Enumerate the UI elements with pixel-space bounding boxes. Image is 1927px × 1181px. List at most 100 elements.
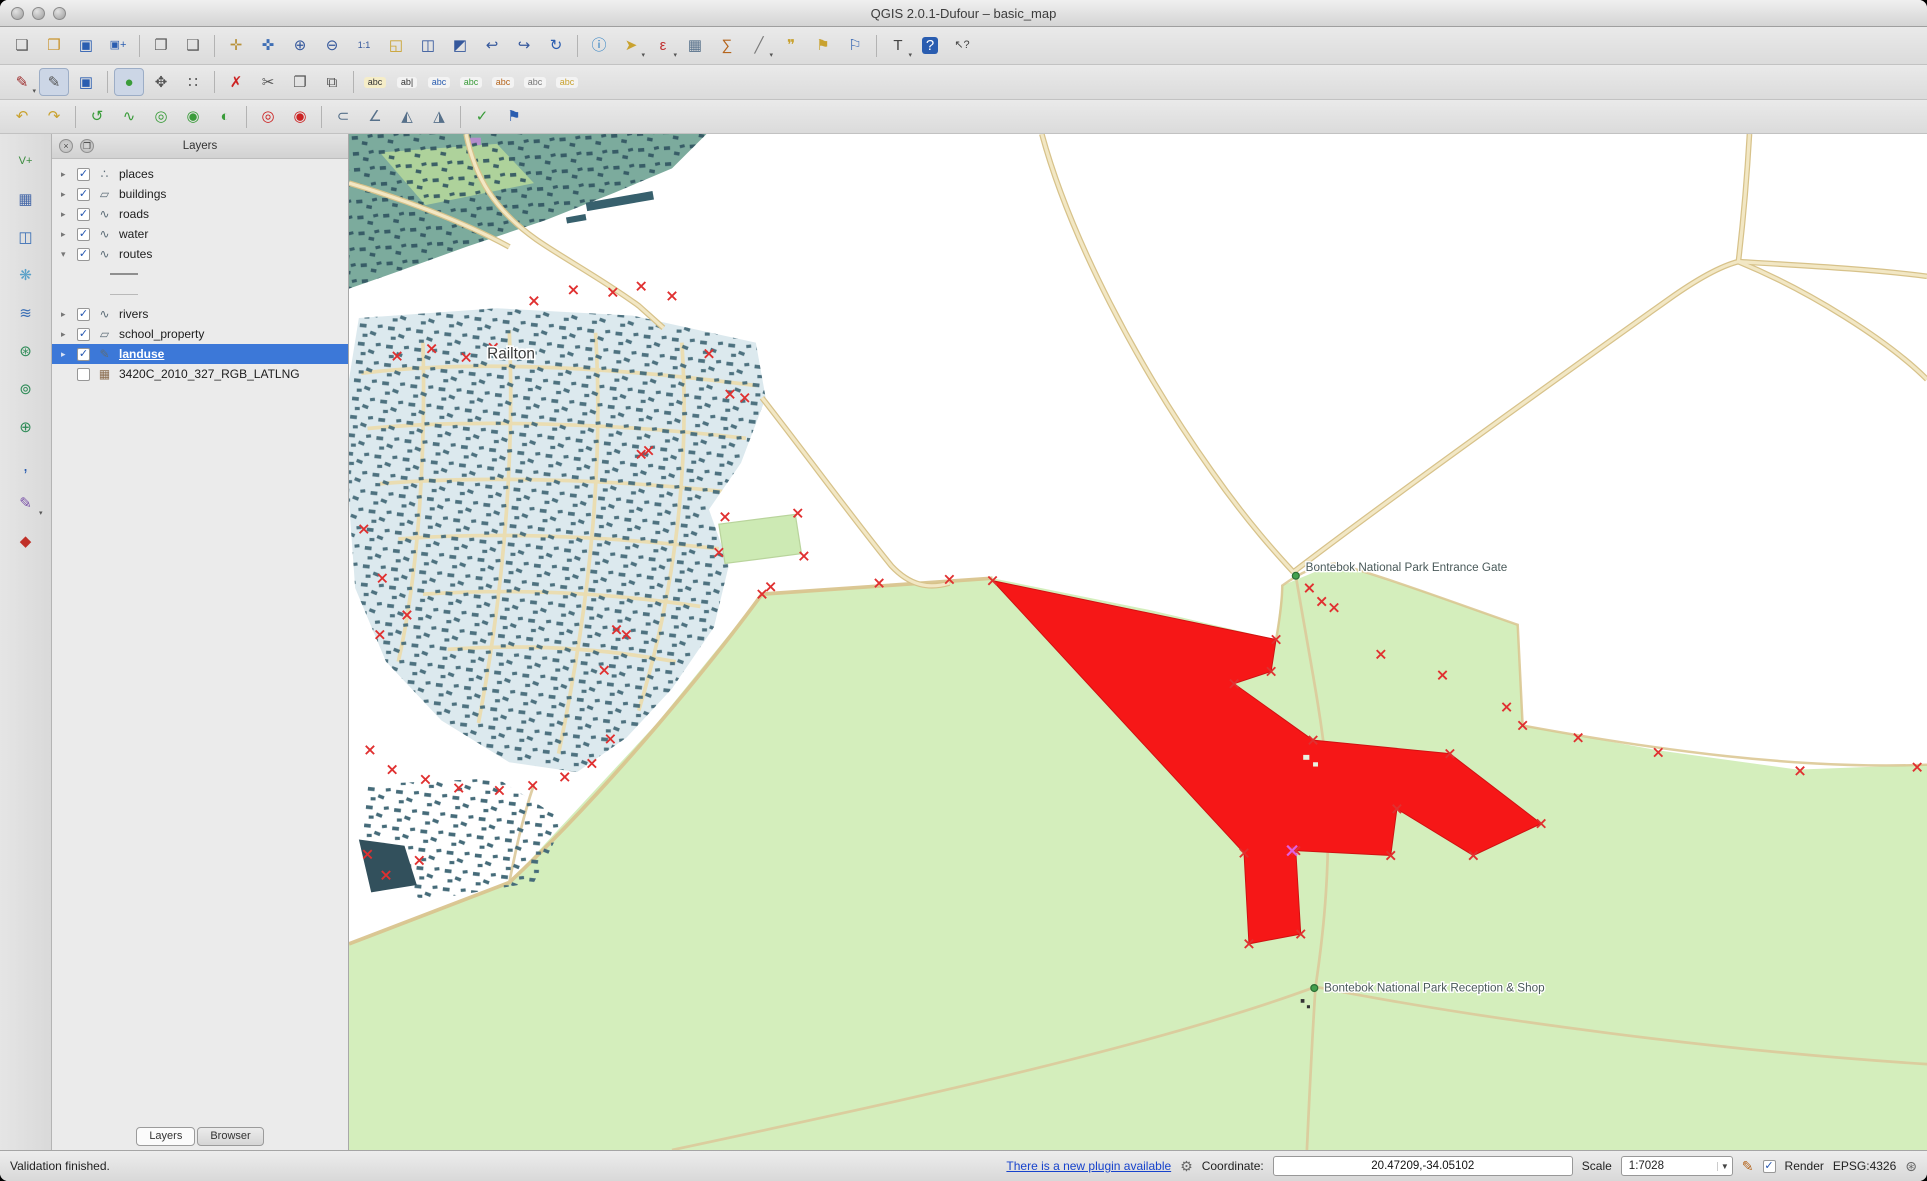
- map-svg[interactable]: Railton Bontebok National Park Entrance …: [349, 134, 1927, 1150]
- add-ring-button[interactable]: ◎: [146, 103, 176, 131]
- split-parts-button[interactable]: ◭: [392, 103, 422, 131]
- undo-button[interactable]: ↶: [7, 103, 37, 131]
- move-label-button[interactable]: abc: [424, 68, 454, 96]
- layer-checkbox[interactable]: ✓: [77, 308, 90, 321]
- measure-button[interactable]: ╱▾: [744, 32, 774, 60]
- add-raster-layer-button[interactable]: ▦: [8, 184, 44, 214]
- show-bookmarks-button[interactable]: ⚐: [840, 32, 870, 60]
- expand-arrow-icon[interactable]: ▸: [61, 169, 71, 180]
- layer-row-places[interactable]: ▸ ✓ ∴ places: [52, 164, 348, 184]
- copy-features-button[interactable]: ❐: [285, 68, 315, 96]
- expand-arrow-icon[interactable]: ▸: [61, 189, 71, 200]
- toggle-editing-button[interactable]: ✎: [39, 68, 69, 96]
- expand-arrow-icon[interactable]: ▸: [61, 209, 71, 220]
- text-annotation-button[interactable]: T▾: [883, 32, 913, 60]
- collapse-arrow-icon[interactable]: ▾: [61, 249, 71, 260]
- panel-close-button[interactable]: ×: [59, 139, 73, 153]
- select-features-button[interactable]: ➤▾: [616, 32, 646, 60]
- add-spatialite-layer-button[interactable]: ❋: [8, 260, 44, 290]
- layer-checkbox[interactable]: ✓: [77, 228, 90, 241]
- pin-label-button[interactable]: abc: [488, 68, 518, 96]
- new-project-button[interactable]: ❏: [7, 32, 37, 60]
- check-geometry-button[interactable]: ✓: [467, 103, 497, 131]
- layer-row-roads[interactable]: ▸ ✓ ∿ roads: [52, 204, 348, 224]
- plugin-icon[interactable]: ⚙: [1180, 1158, 1193, 1175]
- cut-features-button[interactable]: ✂: [253, 68, 283, 96]
- offset-curve-button[interactable]: ⊂: [328, 103, 358, 131]
- add-mssql-layer-button[interactable]: ≋: [8, 298, 44, 328]
- layer-checkbox-unchecked[interactable]: [77, 368, 90, 381]
- paste-features-button[interactable]: ⧉: [317, 68, 347, 96]
- expand-arrow-icon[interactable]: ▸: [61, 309, 71, 320]
- dropdown-arrow-icon[interactable]: ▾: [769, 51, 773, 59]
- panel-float-button[interactable]: ❐: [80, 139, 94, 153]
- layer-row-raster[interactable]: ▦ 3420C_2010_327_RGB_LATLNG: [52, 364, 348, 384]
- expand-arrow-icon[interactable]: ▸: [61, 229, 71, 240]
- move-feature-button[interactable]: ✥: [146, 68, 176, 96]
- expand-arrow-icon[interactable]: ▸: [61, 329, 71, 340]
- dropdown-arrow-icon[interactable]: ▾: [32, 87, 36, 95]
- merge-features-button[interactable]: ⚑: [499, 103, 529, 131]
- select-by-expression-button[interactable]: ε▾: [648, 32, 678, 60]
- add-wfs-layer-button[interactable]: ⊕: [8, 412, 44, 442]
- rotate-feature-button[interactable]: ↺: [82, 103, 112, 131]
- redo-button[interactable]: ↷: [39, 103, 69, 131]
- save-project-as-button[interactable]: ▣+: [103, 32, 133, 60]
- add-wms-layer-button[interactable]: ⊛: [8, 336, 44, 366]
- pan-map-button[interactable]: ✛: [221, 32, 251, 60]
- new-bookmark-button[interactable]: ⚑: [808, 32, 838, 60]
- expand-arrow-icon[interactable]: ▸: [61, 349, 71, 360]
- highlight-labels-button[interactable]: abc: [552, 68, 582, 96]
- identify-features-button[interactable]: ⓘ: [584, 32, 614, 60]
- add-oracle-layer-button[interactable]: ◆: [8, 526, 44, 556]
- layer-checkbox[interactable]: ✓: [77, 208, 90, 221]
- layer-row-landuse[interactable]: ▸ ✓ ✎ landuse: [52, 344, 348, 364]
- delete-ring-button[interactable]: ◎: [253, 103, 283, 131]
- layer-checkbox[interactable]: ✓: [77, 348, 90, 361]
- coordinate-input[interactable]: [1273, 1156, 1573, 1176]
- reshape-features-button[interactable]: ∠: [360, 103, 390, 131]
- layer-checkbox[interactable]: ✓: [77, 168, 90, 181]
- whats-this-button[interactable]: ↖?: [947, 32, 977, 60]
- refresh-map-button[interactable]: ↻: [541, 32, 571, 60]
- new-shapefile-layer-button[interactable]: ✎▾: [8, 488, 44, 518]
- add-wcs-layer-button[interactable]: ⊚: [8, 374, 44, 404]
- labeling-options-button[interactable]: abc: [360, 68, 390, 96]
- node-tool-button[interactable]: ∷: [178, 68, 208, 96]
- zoom-to-layer-button[interactable]: ◫: [413, 32, 443, 60]
- save-layer-edits-button[interactable]: ▣: [71, 68, 101, 96]
- title-bar[interactable]: QGIS 2.0.1-Dufour – basic_map: [0, 0, 1927, 27]
- split-features-button[interactable]: ◮: [424, 103, 454, 131]
- layer-row-school-property[interactable]: ▸ ✓ ▱ school_property: [52, 324, 348, 344]
- dropdown-arrow-icon[interactable]: ▾: [39, 509, 43, 517]
- open-project-button[interactable]: ❒: [39, 32, 69, 60]
- layer-checkbox[interactable]: ✓: [77, 248, 90, 261]
- help-button[interactable]: ?: [915, 32, 945, 60]
- current-edits-button[interactable]: ✎▾: [7, 68, 37, 96]
- add-delimited-text-layer-button[interactable]: ,: [8, 450, 44, 480]
- zoom-in-button[interactable]: ⊕: [285, 32, 315, 60]
- add-part-button[interactable]: ◉: [178, 103, 208, 131]
- render-brush-icon[interactable]: ✎: [1742, 1158, 1754, 1175]
- map-tips-button[interactable]: ❞: [776, 32, 806, 60]
- layer-row-rivers[interactable]: ▸ ✓ ∿ rivers: [52, 304, 348, 324]
- add-vector-layer-button[interactable]: V+: [8, 146, 44, 176]
- composer-manager-button[interactable]: ❑: [178, 32, 208, 60]
- field-calculator-button[interactable]: ∑: [712, 32, 742, 60]
- map-canvas[interactable]: Railton Bontebok National Park Entrance …: [349, 134, 1927, 1150]
- layer-row-routes[interactable]: ▾ ✓ ∿ routes: [52, 244, 348, 264]
- tab-browser[interactable]: Browser: [197, 1127, 263, 1146]
- crs-status-icon[interactable]: ⊛: [1905, 1158, 1917, 1175]
- zoom-actual-button[interactable]: 1:1: [349, 32, 379, 60]
- new-plugin-link[interactable]: There is a new plugin available: [1006, 1159, 1171, 1173]
- add-postgis-layer-button[interactable]: ◫: [8, 222, 44, 252]
- dropdown-arrow-icon[interactable]: ▾: [641, 51, 645, 59]
- zoom-full-button[interactable]: ◱: [381, 32, 411, 60]
- layer-row-buildings[interactable]: ▸ ✓ ▱ buildings: [52, 184, 348, 204]
- save-project-button[interactable]: ▣: [71, 32, 101, 60]
- layer-row-water[interactable]: ▸ ✓ ∿ water: [52, 224, 348, 244]
- show-hidden-labels-button[interactable]: abc: [520, 68, 550, 96]
- layer-checkbox[interactable]: ✓: [77, 188, 90, 201]
- rotate-label-button[interactable]: abc: [456, 68, 486, 96]
- add-feature-button[interactable]: ●: [114, 68, 144, 96]
